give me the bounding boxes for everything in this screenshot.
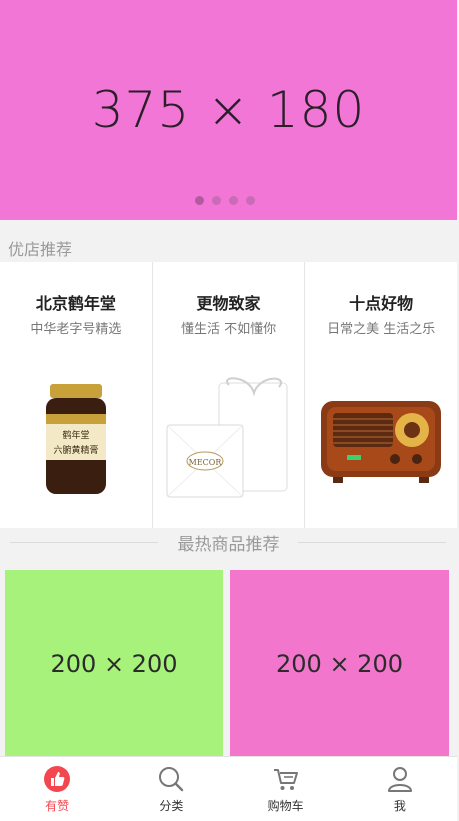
store-image-giftbox: MECOR <box>153 370 305 510</box>
cart-icon <box>273 769 298 790</box>
tab-label: 有赞 <box>45 799 70 813</box>
banner-carousel[interactable]: 375 × 180 <box>0 0 457 220</box>
carousel-dot[interactable] <box>212 196 221 205</box>
tab-label: 分类 <box>159 799 184 813</box>
store-list: 北京鹤年堂 中华老字号精选 鹤年堂 六腑黄精膏 更物致家 懂生活 不如懂你 ME… <box>0 262 457 528</box>
store-subtitle: 日常之美 生活之乐 <box>327 322 436 337</box>
bottom-tab-bar: 有赞 分类 购物车 我 <box>0 756 457 821</box>
shop-section-title: 优店推荐 <box>8 240 73 259</box>
store-name: 更物致家 <box>196 294 261 313</box>
product-placeholder-text: 200 × 200 <box>276 650 403 678</box>
tab-category[interactable]: 分类 <box>114 757 228 821</box>
store-subtitle: 懂生活 不如懂你 <box>180 322 277 337</box>
divider-line <box>298 542 446 543</box>
tab-me[interactable]: 我 <box>343 757 457 821</box>
carousel-dot[interactable] <box>195 196 204 205</box>
jar-product-text: 六腑黄精膏 <box>53 444 98 456</box>
tab-cart[interactable]: 购物车 <box>229 757 343 821</box>
store-name: 北京鹤年堂 <box>35 294 116 313</box>
tab-label: 我 <box>393 799 406 813</box>
product-card[interactable]: 200 × 200 <box>5 570 223 758</box>
product-grid: 200 × 200 200 × 200 <box>5 570 449 758</box>
gift-box-icon: MECOR <box>166 377 287 498</box>
banner-placeholder-text: 375 × 180 <box>91 81 366 139</box>
hot-section-header: 最热商品推荐 <box>0 528 457 556</box>
tab-label: 购物车 <box>267 799 304 813</box>
store-subtitle: 中华老字号精选 <box>30 322 122 337</box>
tab-youzan[interactable]: 有赞 <box>0 757 114 821</box>
radio-icon <box>321 401 442 483</box>
store-name: 十点好物 <box>349 294 414 313</box>
box-brand-text: MECOR <box>188 458 222 467</box>
carousel-dot[interactable] <box>246 196 255 205</box>
user-icon <box>387 767 412 792</box>
jar-brand-text: 鹤年堂 <box>62 429 89 441</box>
store-image-radio <box>305 370 457 510</box>
store-image-jar: 鹤年堂 六腑黄精膏 <box>0 370 152 510</box>
jar-icon: 鹤年堂 六腑黄精膏 <box>45 384 106 494</box>
thumb-up-icon <box>44 766 71 792</box>
carousel-indicators <box>195 196 255 205</box>
search-icon <box>159 767 184 792</box>
carousel-dot[interactable] <box>229 196 238 205</box>
store-card-shidian[interactable]: 十点好物 日常之美 生活之乐 <box>305 262 457 528</box>
store-card-heniantang[interactable]: 北京鹤年堂 中华老字号精选 鹤年堂 六腑黄精膏 <box>0 262 153 528</box>
store-card-gengwu[interactable]: 更物致家 懂生活 不如懂你 MECOR <box>153 262 306 528</box>
product-card[interactable]: 200 × 200 <box>230 570 449 758</box>
product-placeholder-text: 200 × 200 <box>50 650 178 678</box>
